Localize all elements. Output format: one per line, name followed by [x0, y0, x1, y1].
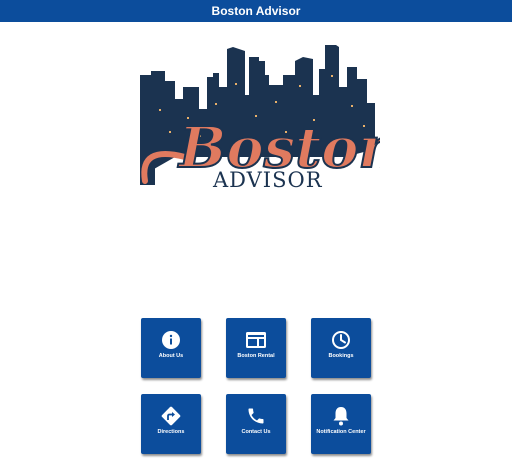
logo-word-advisor: ADVISOR: [212, 168, 323, 192]
bookings-tile[interactable]: Bookings: [311, 318, 371, 378]
boston-advisor-logo: Boston ADVISOR: [135, 45, 380, 193]
tile-label: Boston Rental: [237, 353, 275, 359]
card-icon: [226, 329, 286, 351]
tile-label: Directions: [157, 429, 185, 435]
directions-icon: [141, 405, 201, 427]
tile-label: Bookings: [328, 353, 354, 359]
directions-tile[interactable]: Directions: [141, 394, 201, 454]
about-us-tile[interactable]: About Us: [141, 318, 201, 378]
app-title: Boston Advisor: [211, 4, 301, 18]
clock-icon: [311, 329, 371, 351]
boston-rental-tile[interactable]: Boston Rental: [226, 318, 286, 378]
info-icon: [141, 329, 201, 351]
contact-us-tile[interactable]: Contact Us: [226, 394, 286, 454]
bell-icon: [311, 405, 371, 427]
app-header: Boston Advisor: [0, 0, 512, 22]
phone-icon: [226, 405, 286, 427]
notification-center-tile[interactable]: Notification Center: [311, 394, 371, 454]
tile-label: Contact Us: [241, 429, 271, 435]
tile-label: Notification Center: [316, 429, 366, 435]
tile-label: About Us: [158, 353, 184, 359]
